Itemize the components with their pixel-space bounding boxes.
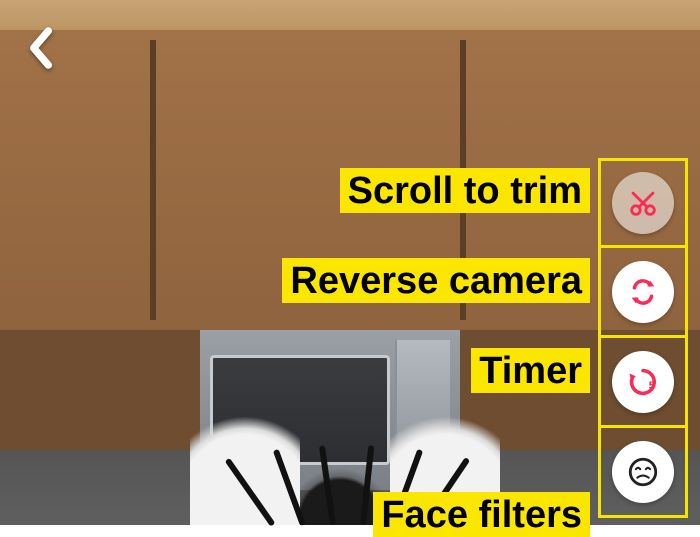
bg-prop bbox=[190, 395, 300, 525]
scissors-icon bbox=[626, 186, 660, 220]
label-timer: Timer bbox=[471, 348, 590, 393]
reverse-icon bbox=[626, 275, 660, 309]
trim-button[interactable] bbox=[612, 172, 674, 234]
tool-face-filters[interactable] bbox=[598, 428, 688, 518]
tool-timer[interactable]: 5 bbox=[598, 338, 688, 428]
svg-text:5: 5 bbox=[649, 380, 655, 392]
tool-reverse[interactable] bbox=[598, 248, 688, 338]
reverse-camera-button[interactable] bbox=[612, 261, 674, 323]
tool-rail: 5 bbox=[598, 158, 688, 518]
camera-screen: 5 Scroll to trim Reverse camera Timer Fa… bbox=[0, 0, 700, 525]
label-trim: Scroll to trim bbox=[340, 168, 590, 213]
label-face-filters: Face filters bbox=[373, 492, 590, 537]
face-filters-button[interactable] bbox=[612, 441, 674, 503]
timer-button[interactable]: 5 bbox=[612, 351, 674, 413]
tool-trim[interactable] bbox=[598, 158, 688, 248]
back-button[interactable] bbox=[26, 26, 56, 75]
chevron-left-icon bbox=[26, 26, 56, 70]
label-reverse: Reverse camera bbox=[282, 258, 590, 303]
face-icon bbox=[626, 455, 660, 489]
timer-icon: 5 bbox=[626, 365, 660, 399]
